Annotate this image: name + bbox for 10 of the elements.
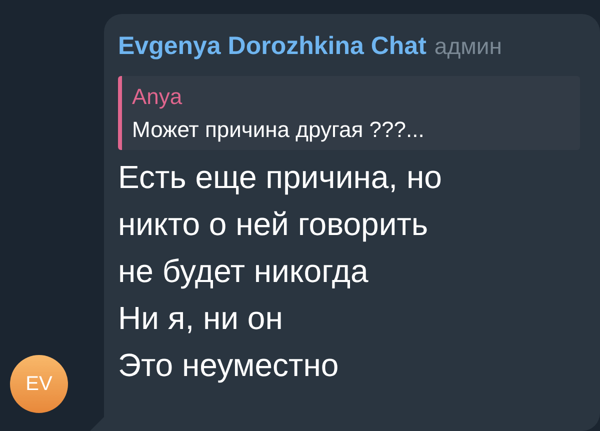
- reply-text: Может причина другая ???...: [132, 116, 426, 144]
- role-label: админ: [434, 32, 502, 61]
- message-text-line: никто о ней говорить: [118, 204, 430, 244]
- sender-name[interactable]: Evgenya Dorozhkina Chat: [118, 28, 426, 66]
- reply-quote[interactable]: Anya Может причина другая ???...: [118, 76, 580, 150]
- message-text-line: не будет никогда: [118, 252, 370, 291]
- message-text-line: Ни я, ни он: [118, 298, 284, 338]
- reply-author: Anya: [132, 82, 184, 111]
- message-text-line: Есть еще причина, но: [118, 158, 443, 197]
- message-text-line: Это неуместно: [118, 346, 340, 385]
